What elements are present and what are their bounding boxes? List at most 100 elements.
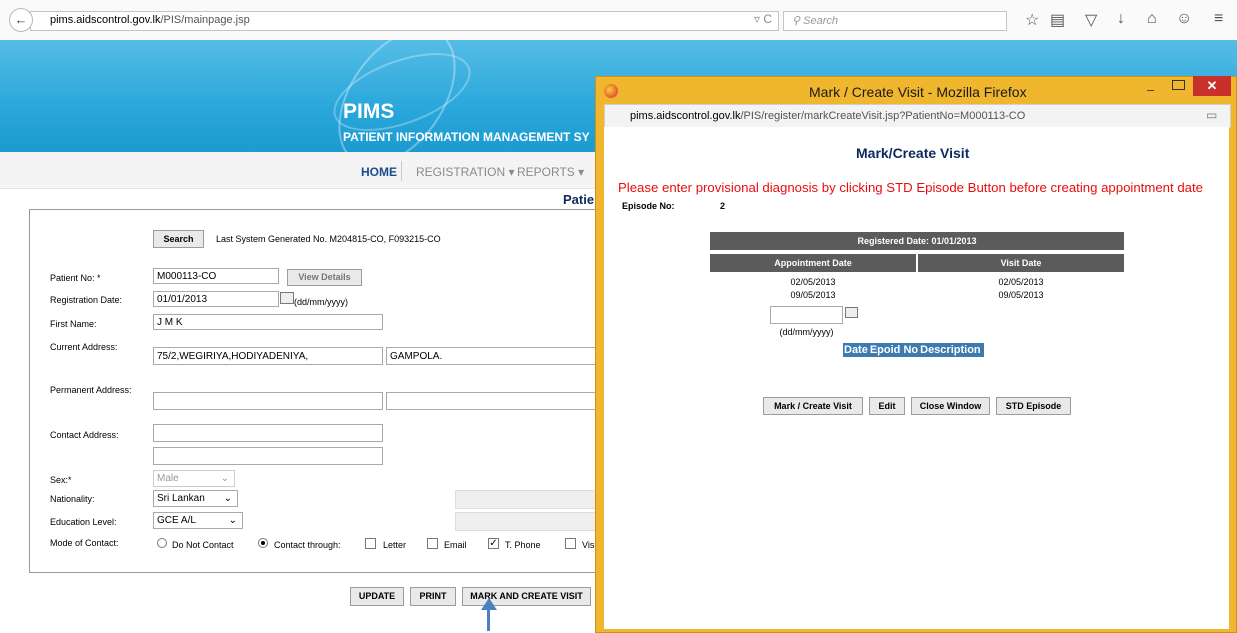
education-select-value: GCE A/L — [157, 515, 196, 526]
popup-heading: Mark/Create Visit — [856, 145, 970, 161]
new-appointment-date-field[interactable] — [770, 306, 843, 324]
first-name-field[interactable]: J M K — [153, 314, 383, 330]
education-label: Education Level: — [50, 517, 117, 527]
menu-icon[interactable]: ≡ — [1214, 10, 1223, 28]
visit-date-cell: 02/05/2013 — [998, 277, 1044, 287]
popup-window-title: Mark / Create Visit - Mozilla Firefox — [809, 84, 1027, 100]
chevron-down-icon: ⌄ — [228, 515, 237, 526]
nav-registration[interactable]: REGISTRATION ▾ — [416, 165, 514, 179]
print-button[interactable]: PRINT — [410, 587, 456, 606]
current-address-line2[interactable]: GAMPOLA. — [386, 347, 598, 365]
nationality-label: Nationality: — [50, 494, 95, 504]
nav-divider — [401, 161, 402, 181]
patient-no-field[interactable]: M000113-CO — [153, 268, 279, 284]
registered-date-header: Registered Date: 01/01/2013 — [710, 232, 1124, 250]
radio-contact-through[interactable] — [258, 538, 268, 548]
update-button[interactable]: UPDATE — [350, 587, 404, 606]
reader-view-icon[interactable]: ▭ — [1206, 108, 1217, 122]
visit-date-header: Visit Date — [918, 254, 1124, 272]
education-select[interactable]: GCE A/L ⌄ — [153, 512, 243, 529]
episode-label: Episode No: — [622, 201, 675, 211]
sex-label: Sex:* — [50, 475, 72, 485]
download-icon[interactable]: ↓ — [1117, 10, 1125, 28]
diagnosis-warning: Please enter provisional diagnosis by cl… — [618, 180, 1203, 195]
search-button[interactable]: Search — [153, 230, 204, 248]
registration-date-field[interactable]: 01/01/2013 — [153, 291, 279, 307]
checkbox-visit[interactable] — [565, 538, 576, 549]
contact-mode-label: Mode of Contact: — [50, 538, 119, 548]
current-address-label: Current Address: — [50, 342, 118, 352]
nationality-select-value: Sri Lankan — [157, 493, 205, 504]
page-title: Patie — [563, 192, 595, 207]
back-button[interactable]: ← — [9, 8, 33, 32]
permanent-address-line1[interactable] — [153, 392, 383, 410]
calendar-icon[interactable] — [845, 307, 858, 318]
chevron-down-icon: ⌄ — [220, 473, 229, 484]
pointer-arrow-shaft — [487, 610, 490, 631]
date-format-hint: (dd/mm/yyyy) — [779, 327, 834, 337]
contact-through-label: Contact through: — [274, 540, 341, 550]
minimize-button[interactable]: – — [1147, 82, 1154, 97]
search-placeholder-text: Search — [803, 15, 838, 27]
email-label: Email — [444, 540, 467, 550]
close-window-icon[interactable]: ✕ — [1193, 76, 1231, 96]
reload-icon[interactable]: ▿ C — [754, 12, 772, 26]
first-name-label: First Name: — [50, 319, 97, 329]
url-text: pims.aidscontrol.gov.lk/PIS/mainpage.jsp — [50, 14, 250, 26]
popup-url-path: /PIS/register/markCreateVisit.jsp?Patien… — [740, 110, 1026, 122]
contact-address-label: Contact Address: — [50, 430, 119, 440]
radio-do-not-contact[interactable] — [157, 538, 167, 548]
last-generated-text: Last System Generated No. M204815-CO, F0… — [216, 234, 441, 244]
edit-button[interactable]: Edit — [869, 397, 905, 415]
chevron-down-icon: ⌄ — [223, 493, 232, 504]
checkbox-email[interactable] — [427, 538, 438, 549]
bookmark-star-icon[interactable]: ☆ — [1025, 10, 1039, 30]
mark-create-visit-popup-button[interactable]: Mark / Create Visit — [763, 397, 863, 415]
checkbox-phone[interactable]: ✓ — [488, 538, 499, 549]
appointment-date-header: Appointment Date — [710, 254, 916, 272]
checkbox-letter[interactable] — [365, 538, 376, 549]
popup-url-text: pims.aidscontrol.gov.lk/PIS/register/mar… — [630, 110, 1025, 122]
episode-value: 2 — [720, 201, 726, 211]
pointer-arrow-icon — [481, 598, 497, 610]
calendar-icon[interactable] — [280, 292, 294, 304]
episode-col-description: Description — [920, 344, 981, 356]
permanent-address-line2[interactable] — [386, 392, 598, 410]
site-subtitle: PATIENT INFORMATION MANAGEMENT SY — [343, 130, 590, 144]
home-icon[interactable]: ⌂ — [1147, 10, 1157, 28]
popup-url-host: pims.aidscontrol.gov.lk — [630, 110, 741, 122]
search-placeholder: ⚲ Search — [792, 15, 838, 27]
education-other-field[interactable] — [455, 512, 602, 531]
appointment-date-cell: 09/05/2013 — [790, 290, 836, 300]
nationality-other-field[interactable] — [455, 490, 602, 509]
permanent-address-label: Permanent Address: — [50, 385, 132, 395]
view-details-button[interactable]: View Details — [287, 269, 362, 286]
nationality-select[interactable]: Sri Lankan ⌄ — [153, 490, 238, 507]
letter-label: Letter — [383, 540, 407, 550]
patient-no-label: Patient No: * — [50, 273, 101, 283]
episode-col-epoid: Epoid No — [869, 344, 919, 356]
date-format-hint: (dd/mm/yyyy) — [294, 297, 348, 307]
std-episode-button[interactable]: STD Episode — [996, 397, 1071, 415]
chat-icon[interactable]: ☺ — [1176, 10, 1192, 28]
contact-address-line2[interactable] — [153, 447, 383, 465]
nav-home[interactable]: HOME — [361, 165, 397, 179]
reading-list-icon[interactable]: ▤ — [1050, 10, 1065, 30]
nav-reports[interactable]: REPORTS ▾ — [517, 165, 584, 179]
current-address-line1[interactable]: 75/2,WEGIRIYA,HODIYADENIYA, — [153, 347, 383, 365]
url-path: /PIS/mainpage.jsp — [160, 14, 250, 26]
url-host: pims.aidscontrol.gov.lk — [50, 14, 161, 26]
contact-address-line1[interactable] — [153, 424, 383, 442]
episode-col-date: Date — [844, 344, 868, 356]
site-logo-title: PIMS — [343, 100, 395, 123]
close-window-button[interactable]: Close Window — [911, 397, 990, 415]
sex-select[interactable]: Male ⌄ — [153, 470, 235, 487]
pocket-icon[interactable]: ▽ — [1085, 10, 1097, 30]
sex-select-value: Male — [157, 473, 179, 484]
maximize-button[interactable] — [1172, 80, 1185, 90]
registration-date-label: Registration Date: — [50, 295, 123, 305]
phone-label: T. Phone — [505, 540, 541, 550]
firefox-logo-icon — [604, 84, 618, 98]
do-not-contact-label: Do Not Contact — [172, 540, 234, 550]
popup-content — [604, 127, 1229, 629]
